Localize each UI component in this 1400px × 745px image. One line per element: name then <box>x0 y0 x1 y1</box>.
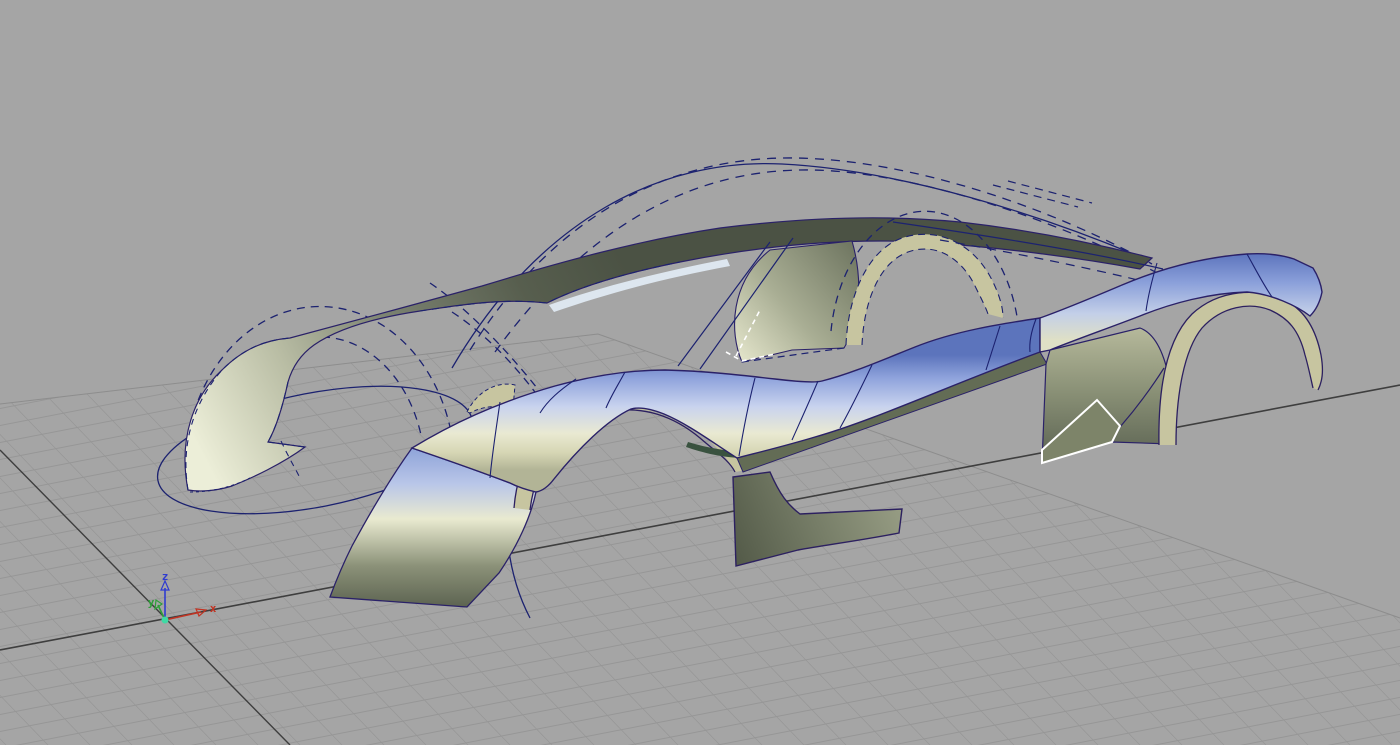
y-axis-label: y <box>148 596 155 609</box>
x-axis-label: x <box>210 602 217 615</box>
cad-viewport[interactable]: z y x <box>0 0 1400 745</box>
viewport-canvas[interactable]: z y x <box>0 0 1400 745</box>
origin-point <box>161 616 169 624</box>
z-axis-label: z <box>162 570 169 583</box>
